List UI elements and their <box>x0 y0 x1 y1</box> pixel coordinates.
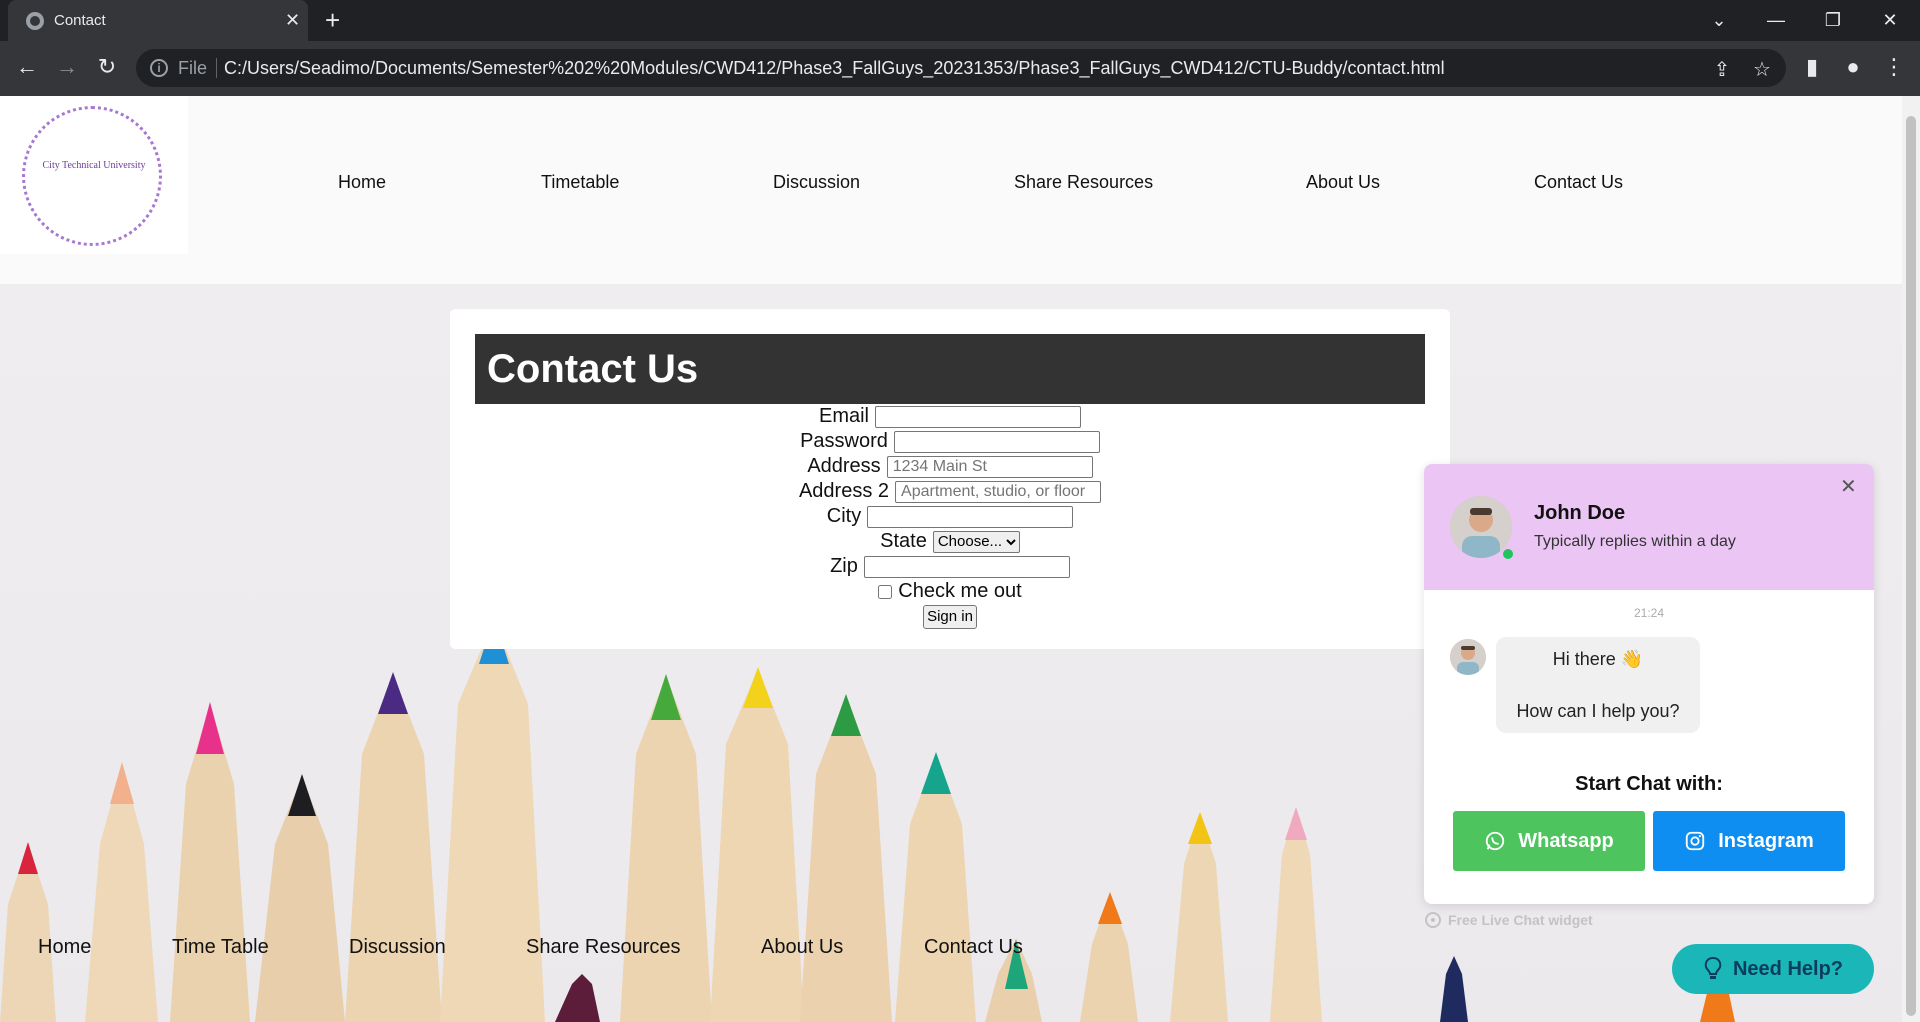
reload-icon[interactable]: ↻ <box>92 53 122 81</box>
address2-row: Address 2 <box>450 479 1450 504</box>
footer-home[interactable]: Home <box>38 936 91 959</box>
refresh-icon <box>1425 912 1441 928</box>
start-chat-label: Start Chat with: <box>1575 773 1723 795</box>
agent-name: John Doe <box>1534 502 1626 524</box>
site-header: City Technical University Home Timetable… <box>0 96 1902 284</box>
instagram-icon <box>1686 831 1705 851</box>
forward-icon[interactable]: → <box>52 53 82 81</box>
message-avatar <box>1450 639 1486 675</box>
globe-icon <box>26 12 44 30</box>
footer-contact-us[interactable]: Contact Us <box>924 936 1023 959</box>
footer-discussion[interactable]: Discussion <box>349 936 446 959</box>
email-row: Email <box>450 404 1450 429</box>
whatsapp-button[interactable]: Whatsapp <box>1453 811 1645 871</box>
instagram-button[interactable]: Instagram <box>1653 811 1845 871</box>
need-help-button[interactable]: Need Help? <box>1672 944 1874 994</box>
divider <box>216 58 217 78</box>
free-widget-label: Free Live Chat widget <box>1448 912 1593 928</box>
contact-card: Contact Us Email Password Address Addres… <box>450 309 1450 649</box>
address2-label: Address 2 <box>798 480 890 502</box>
tab-close-icon[interactable]: ✕ <box>285 9 300 31</box>
password-row: Password <box>450 429 1450 454</box>
whatsapp-icon <box>1486 831 1505 851</box>
close-window-button[interactable]: ✕ <box>1875 6 1905 34</box>
email-field[interactable] <box>875 405 1081 428</box>
state-label: State <box>880 530 927 552</box>
logo[interactable]: City Technical University <box>0 96 188 254</box>
nav-timetable[interactable]: Timetable <box>541 172 619 193</box>
logo-ring <box>22 106 162 246</box>
restore-button[interactable]: ❐ <box>1818 6 1848 34</box>
checkbox-row: Check me out <box>450 579 1450 604</box>
footer-time-table[interactable]: Time Table <box>172 936 269 959</box>
side-panel-icon[interactable]: ▮ <box>1797 53 1827 81</box>
bookmark-star-icon[interactable]: ☆ <box>1748 57 1776 82</box>
browser-tab-bar: Contact ✕ + ⌄ — ❐ ✕ <box>0 0 1920 41</box>
browser-toolbar: ← → ↻ i File C:/Users/Seadimo/Documents/… <box>0 41 1920 96</box>
menu-icon[interactable]: ⋮ <box>1879 53 1909 81</box>
address2-field[interactable] <box>895 480 1102 503</box>
page-title: Contact Us <box>475 334 1425 404</box>
address-row: Address <box>450 454 1450 479</box>
check-me-out-checkbox[interactable] <box>878 584 893 599</box>
info-icon[interactable]: i <box>150 59 168 77</box>
address-bar[interactable]: i File C:/Users/Seadimo/Documents/Semest… <box>136 49 1786 87</box>
chat-header: John Doe Typically replies within a day … <box>1424 464 1874 590</box>
city-row: City <box>450 504 1450 529</box>
chat-widget: John Doe Typically replies within a day … <box>1424 464 1874 904</box>
tab-search-icon[interactable]: ⌄ <box>1704 6 1734 34</box>
scrollbar-thumb[interactable] <box>1906 116 1916 1016</box>
nav-contact-us[interactable]: Contact Us <box>1534 172 1623 193</box>
nav-home[interactable]: Home <box>338 172 386 193</box>
message-time: 21:24 <box>1633 606 1665 620</box>
profile-icon[interactable]: ● <box>1838 53 1868 81</box>
logo-text: City Technical University <box>42 160 146 171</box>
checkbox-label: Check me out <box>898 580 1022 602</box>
sign-in-button[interactable]: Sign in <box>923 604 977 629</box>
page-viewport: City Technical University Home Timetable… <box>0 96 1902 1022</box>
submit-row: Sign in <box>450 604 1450 629</box>
agent-status: Typically replies within a day <box>1534 533 1736 550</box>
share-icon[interactable]: ⇪ <box>1708 57 1736 82</box>
chat-message-bubble: Hi there 👋 How can I help you? <box>1496 637 1700 733</box>
back-icon[interactable]: ← <box>12 53 42 81</box>
address-field[interactable] <box>886 455 1093 478</box>
password-field[interactable] <box>893 430 1100 453</box>
footer-share-resources[interactable]: Share Resources <box>526 936 681 959</box>
zip-label: Zip <box>830 555 858 577</box>
close-icon[interactable]: ✕ <box>1840 474 1857 499</box>
tab-title: Contact <box>54 12 106 29</box>
browser-tab[interactable]: Contact ✕ <box>8 0 308 41</box>
password-label: Password <box>800 430 888 452</box>
need-help-label: Need Help? <box>1732 957 1844 980</box>
state-row: State Choose... <box>450 529 1450 554</box>
page-scrollbar[interactable] <box>1902 96 1920 1022</box>
free-live-chat-link[interactable]: Free Live Chat widget <box>1424 911 1593 929</box>
minimize-button[interactable]: — <box>1761 6 1791 34</box>
whatsapp-label: Whatsapp <box>1518 829 1614 852</box>
message-line-2: How can I help you? <box>1516 701 1680 721</box>
city-label: City <box>826 505 862 527</box>
nav-share-resources[interactable]: Share Resources <box>1014 172 1153 193</box>
zip-row: Zip <box>450 554 1450 579</box>
lightbulb-icon <box>1704 956 1722 979</box>
scheme-label: File <box>178 58 208 78</box>
email-label: Email <box>818 405 869 427</box>
nav-discussion[interactable]: Discussion <box>773 172 860 193</box>
message-line-1: Hi there 👋 <box>1552 649 1644 669</box>
online-indicator <box>1501 547 1515 561</box>
state-select[interactable]: Choose... <box>932 530 1020 553</box>
nav-about-us[interactable]: About Us <box>1306 172 1380 193</box>
url-text[interactable]: C:/Users/Seadimo/Documents/Semester%202%… <box>224 58 1445 79</box>
zip-field[interactable] <box>863 555 1070 578</box>
footer-about-us[interactable]: About Us <box>761 936 843 959</box>
new-tab-button[interactable]: + <box>325 6 340 34</box>
address-label: Address <box>807 455 881 477</box>
city-field[interactable] <box>867 505 1074 528</box>
instagram-label: Instagram <box>1718 829 1814 852</box>
